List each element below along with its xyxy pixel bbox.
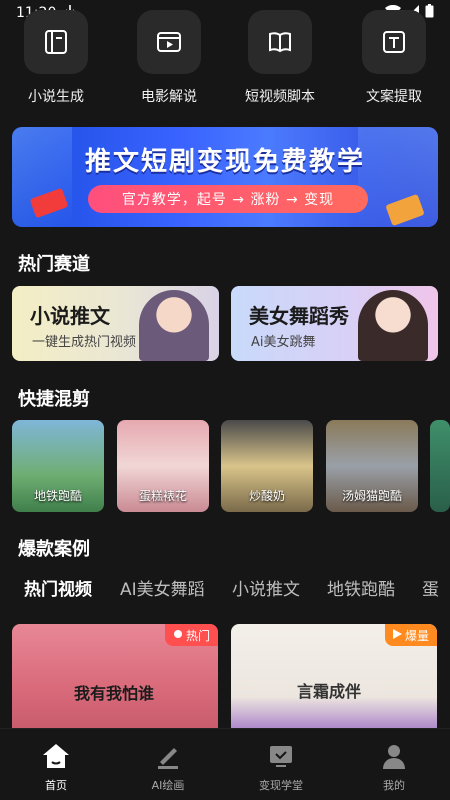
tool-movie-commentary[interactable]: 电影解说 xyxy=(119,10,219,106)
section-title-mix: 快捷混剪 xyxy=(18,389,90,410)
mix-card-partial[interactable] xyxy=(430,420,450,512)
nav-label: 变现学堂 xyxy=(259,779,303,792)
mix-card-cake[interactable]: 蛋糕裱花 xyxy=(117,420,209,512)
open-book-icon xyxy=(248,10,312,74)
section-title-cases: 爆款案例 xyxy=(18,539,90,560)
hot-card-title: 小说推文 xyxy=(30,304,110,328)
hot-card-novel[interactable]: 小说推文 一键生成热门视频 xyxy=(12,286,219,361)
bottom-nav: 首页 AI绘画 变现学堂 我的 xyxy=(0,728,450,800)
classroom-icon xyxy=(266,741,296,771)
tool-novel-generate[interactable]: 小说生成 xyxy=(6,10,106,106)
hot-card-dance[interactable]: 美女舞蹈秀 Ai美女跳舞 xyxy=(231,286,438,361)
mix-card-label: 蛋糕裱花 xyxy=(138,489,187,503)
nav-ai-paint[interactable]: AI绘画 xyxy=(128,741,208,793)
tool-shortcuts: 小说生成 电影解说 短视频脚本 文案提取 xyxy=(0,10,450,110)
case-tabs: 热门视频 AI美女舞蹈 小说推文 地铁跑酷 蛋 xyxy=(0,575,450,601)
tab-hot-video[interactable]: 热门视频 xyxy=(24,575,92,600)
tool-label: 短视频脚本 xyxy=(245,89,315,105)
section-title-hot: 热门赛道 xyxy=(18,254,90,275)
hot-card-subtitle: Ai美女跳舞 xyxy=(251,335,316,350)
surge-badge-label: 爆量 xyxy=(404,628,429,643)
nav-home[interactable]: 首页 xyxy=(16,741,96,793)
banner-subtitle: 官方教学，起号 → 涨粉 → 变现 xyxy=(88,185,368,213)
nav-profile[interactable]: 我的 xyxy=(354,741,434,793)
case-caption: 言霜成伴 xyxy=(297,682,362,701)
nav-label: 我的 xyxy=(383,779,405,792)
surge-badge: 爆量 xyxy=(384,624,437,646)
video-icon xyxy=(137,10,201,74)
mix-card-label: 汤姆猫跑酷 xyxy=(341,489,402,503)
mix-card-yogurt[interactable]: 炒酸奶 xyxy=(221,420,313,512)
tab-partial[interactable]: 蛋 xyxy=(422,575,439,600)
tool-short-video-script[interactable]: 短视频脚本 xyxy=(230,10,330,106)
nav-classroom[interactable]: 变现学堂 xyxy=(241,741,321,793)
fire-icon xyxy=(173,628,183,642)
book-icon xyxy=(24,10,88,74)
mix-card-subway[interactable]: 地铁跑酷 xyxy=(12,420,104,512)
hot-card-title: 美女舞蹈秀 xyxy=(249,304,349,328)
tool-label: 电影解说 xyxy=(141,89,197,105)
hot-card-subtitle: 一键生成热门视频 xyxy=(32,335,137,350)
tool-label: 文案提取 xyxy=(366,89,422,105)
banner-title: 推文短剧变现免费教学 xyxy=(84,147,365,177)
anime-girl-image xyxy=(139,290,209,361)
hot-badge-label: 热门 xyxy=(185,628,210,643)
profile-icon xyxy=(379,741,409,771)
tool-copy-extract[interactable]: 文案提取 xyxy=(344,10,444,106)
case-card-2[interactable]: 爆量 言霜成伴 xyxy=(231,624,437,728)
mix-card-label: 炒酸奶 xyxy=(248,489,285,503)
tab-subway[interactable]: 地铁跑酷 xyxy=(327,575,395,600)
case-caption: 我有我怕谁 xyxy=(74,684,155,703)
play-icon xyxy=(392,628,402,642)
mix-card-tom-cat[interactable]: 汤姆猫跑酷 xyxy=(326,420,418,512)
tab-novel[interactable]: 小说推文 xyxy=(232,575,300,600)
paint-icon xyxy=(153,741,183,771)
promo-banner[interactable]: 推文短剧变现免费教学 官方教学，起号 → 涨粉 → 变现 xyxy=(12,127,438,227)
girl-portrait-image xyxy=(358,290,428,361)
mix-card-label: 地铁跑酷 xyxy=(33,489,82,503)
nav-label: 首页 xyxy=(45,779,67,792)
hot-badge: 热门 xyxy=(164,624,218,646)
nav-label: AI绘画 xyxy=(151,779,185,792)
home-icon xyxy=(41,741,71,771)
tab-ai-dance[interactable]: AI美女舞蹈 xyxy=(120,575,205,600)
text-icon xyxy=(362,10,426,74)
tool-label: 小说生成 xyxy=(28,89,84,105)
case-card-1[interactable]: 热门 我有我怕谁 xyxy=(12,624,218,728)
